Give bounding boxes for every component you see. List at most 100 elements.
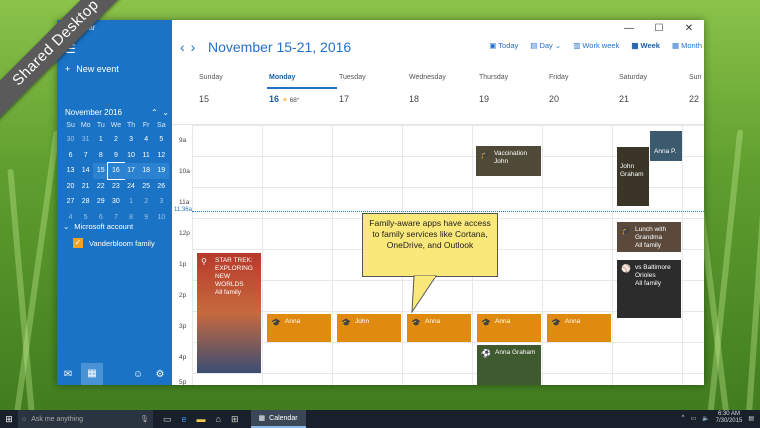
event-anna-saturday[interactable]: Anna P. — [650, 131, 682, 161]
day-number[interactable]: 21 — [619, 94, 629, 104]
mini-calendar-day[interactable]: 31 — [78, 132, 93, 148]
mini-calendar-day[interactable]: 6 — [63, 148, 78, 164]
network-icon[interactable]: ▭ — [690, 415, 696, 422]
mini-calendar-day[interactable]: 1 — [124, 194, 139, 210]
mini-calendar-day[interactable]: 23 — [108, 179, 123, 195]
mini-calendar-month[interactable]: November 2016 — [65, 108, 122, 117]
mini-calendar-day[interactable]: 3 — [124, 132, 139, 148]
mini-calendar-day[interactable]: 26 — [154, 179, 169, 195]
close-button[interactable]: ✕ — [674, 20, 704, 38]
event-star-trek[interactable]: ⚲ STAR TREK: EXPLORING NEW WORLDS All family — [197, 253, 261, 373]
mini-calendar-day[interactable]: 30 — [108, 194, 123, 210]
new-event-button[interactable]: + New event — [65, 64, 119, 74]
taskbar-calendar-app[interactable]: ▦ Calendar — [250, 410, 306, 428]
notifications-icon[interactable]: ▤ — [748, 415, 754, 422]
month-view-button[interactable]: ▦ Month — [672, 41, 702, 50]
mini-calendar-day[interactable]: 5 — [154, 132, 169, 148]
checkbox-icon[interactable]: ✓ — [73, 238, 83, 248]
day-number[interactable]: 17 — [339, 94, 349, 104]
windows-start-icon[interactable]: ⊞ — [0, 414, 18, 425]
mini-calendar-day[interactable]: 14 — [78, 163, 93, 179]
file-explorer-icon[interactable]: ▬ — [197, 414, 206, 425]
calendar-icon[interactable]: ▦ — [81, 363, 103, 385]
mini-calendar-day[interactable]: 25 — [139, 179, 154, 195]
mini-calendar-day[interactable]: 9 — [139, 210, 154, 226]
event-anna-graham[interactable]: ⚽ Anna Graham — [477, 345, 541, 385]
microphone-icon[interactable]: 🎙 — [140, 415, 149, 423]
day-number[interactable]: 19 — [479, 94, 489, 104]
mini-calendar-day[interactable]: 17 — [123, 163, 139, 179]
week-view-button[interactable]: ▦ Week — [631, 41, 660, 50]
mini-calendar-day[interactable]: 30 — [63, 132, 78, 148]
mini-calendar-week: 27 28 29 30 1 2 3 — [63, 194, 169, 210]
chevron-up-icon[interactable]: ^ — [682, 415, 685, 421]
store-icon[interactable]: ⌂ — [216, 414, 221, 425]
mini-calendar-day[interactable]: 10 — [124, 148, 139, 164]
gear-icon[interactable]: ⚙ — [149, 369, 171, 380]
event-lunch-grandma[interactable]: 🎓 Lunch with Grandma All family — [617, 222, 681, 252]
mini-calendar-day[interactable]: 27 — [63, 194, 78, 210]
next-week-button[interactable]: › — [191, 39, 196, 55]
mini-calendar-day[interactable]: 3 — [154, 194, 169, 210]
maximize-button[interactable]: ☐ — [644, 20, 674, 38]
event-orioles-game[interactable]: ⚾ vs Baltimore Orioles All family — [617, 260, 681, 318]
graduation-cap-icon: 🎓 — [341, 318, 351, 327]
event-anna-friday[interactable]: 🎓 Anna — [547, 314, 611, 342]
clock[interactable]: 6:30 AM 7/30/2015 — [716, 411, 743, 425]
graduation-cap-icon: 🎓 — [551, 318, 561, 327]
windows-icon[interactable]: ⊞ — [231, 414, 239, 425]
mini-calendar-day[interactable]: 18 — [138, 163, 154, 179]
work-week-button[interactable]: ▥ Work week — [573, 41, 619, 50]
mini-calendar-day[interactable]: 7 — [78, 148, 93, 164]
prev-week-button[interactable]: ‹ — [180, 39, 185, 55]
day-number[interactable]: 20 — [549, 94, 559, 104]
event-anna-thursday[interactable]: 🎓 Anna — [477, 314, 541, 342]
today-button[interactable]: ▣ Today — [489, 41, 518, 50]
family-calendar-toggle[interactable]: ✓ Vanderbloom family — [73, 238, 155, 248]
mini-calendar-day[interactable]: 8 — [93, 148, 108, 164]
sidebar-bottom-bar: ✉ ▦ ☺ ⚙ — [57, 363, 172, 385]
chevron-up-icon[interactable]: ⌃ — [151, 108, 158, 117]
emoji-icon[interactable]: ☺ — [127, 369, 149, 380]
mini-calendar-day[interactable]: 9 — [108, 148, 123, 164]
event-john-graham[interactable]: John Graham — [617, 147, 649, 206]
event-john-tuesday[interactable]: 🎓 John — [337, 314, 401, 342]
mini-calendar-day[interactable]: 19 — [153, 163, 169, 179]
mini-calendar-day[interactable]: 22 — [93, 179, 108, 195]
chevron-down-icon: ⌄ — [63, 222, 70, 231]
task-view-icon[interactable]: ▭ — [163, 414, 172, 425]
mini-calendar-day[interactable]: 15 — [93, 163, 109, 179]
mini-calendar-day[interactable]: 21 — [78, 179, 93, 195]
mini-calendar-day[interactable]: 1 — [93, 132, 108, 148]
day-name: Saturday — [619, 74, 648, 81]
day-number[interactable]: 18 — [409, 94, 419, 104]
mini-calendar-day[interactable]: 16 — [107, 162, 125, 180]
edge-browser-icon[interactable]: e — [182, 414, 187, 425]
mini-calendar-day[interactable]: 28 — [78, 194, 93, 210]
event-anna-wednesday[interactable]: 🎓 Anna — [407, 314, 471, 342]
cortana-search-box[interactable]: ○ Ask me anything 🎙 — [18, 410, 153, 428]
mini-calendar-day[interactable]: 24 — [124, 179, 139, 195]
mini-calendar-day[interactable]: 20 — [63, 179, 78, 195]
day-view-button[interactable]: ▤ Day ⌄ — [530, 41, 561, 50]
event-anna-monday[interactable]: 🎓 Anna — [267, 314, 331, 342]
chevron-down-icon[interactable]: ⌄ — [162, 108, 169, 117]
event-vaccination[interactable]: 🎓 Vaccination John — [476, 146, 541, 176]
mini-calendar-day[interactable]: 13 — [63, 163, 78, 179]
mini-calendar-day[interactable]: 29 — [93, 194, 108, 210]
hour-label: 1p — [179, 261, 187, 268]
day-name: Wednesday — [409, 74, 446, 81]
mail-icon[interactable]: ✉ — [57, 369, 79, 380]
account-group[interactable]: ⌄ Microsoft account — [63, 222, 133, 231]
mini-calendar-day[interactable]: 10 — [154, 210, 169, 226]
volume-icon[interactable]: 🔈 — [702, 415, 709, 422]
mini-calendar-day[interactable]: 2 — [139, 194, 154, 210]
mini-calendar-day[interactable]: 12 — [154, 148, 169, 164]
mini-calendar-day[interactable]: 2 — [108, 132, 123, 148]
mini-calendar-day[interactable]: 11 — [139, 148, 154, 164]
day-number-today[interactable]: 16 ☀ 68° — [269, 94, 300, 104]
mini-calendar-day[interactable]: 4 — [139, 132, 154, 148]
minimize-button[interactable]: — — [614, 20, 644, 38]
day-number[interactable]: 22 — [689, 94, 699, 104]
day-number[interactable]: 15 — [199, 94, 209, 104]
